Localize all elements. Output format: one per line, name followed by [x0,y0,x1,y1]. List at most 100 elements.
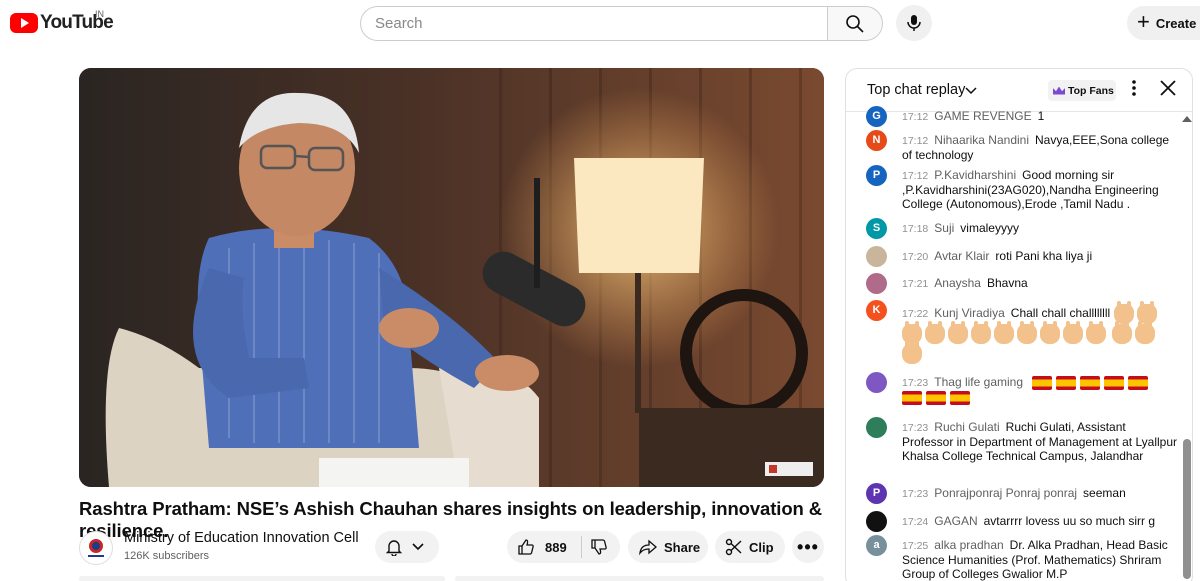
avatar[interactable]: a [866,535,887,556]
chat-message: 17:21 Anaysha Bhavna [866,273,1178,294]
chat-mode-selector[interactable]: Top chat replay [867,82,965,98]
message-author[interactable]: Kunj Viradiya [934,306,1005,320]
chat-message: 17:20 Avtar Klair roti Pani kha liya ji [866,246,1178,267]
chat-message: 17:23 Ruchi Gulati Ruchi Gulati, Assistant… [866,417,1178,463]
chat-message: S 17:18 Suji vimaleyyyy [866,218,1178,239]
voice-search-button[interactable] [896,5,932,41]
spain-flag-emoji-icon [1032,376,1053,390]
message-author[interactable]: alka pradhan [934,538,1003,552]
avatar[interactable]: G [866,106,887,127]
channel-name[interactable]: Ministry of Education Innovation Cell [124,530,359,546]
avatar[interactable] [866,372,887,393]
message-text: 1 [1037,109,1045,123]
hand-sign-emoji-icon [1063,321,1083,344]
share-label: Share [664,539,701,555]
chat-scrollbar-thumb[interactable] [1183,439,1191,579]
bell-icon [385,540,403,556]
hand-sign-emoji-icon [1112,321,1133,344]
create-label: Create [1155,15,1197,31]
more-actions-button[interactable]: ••• [792,531,824,563]
message-time: 17:21 [902,278,929,290]
share-button[interactable]: Share [628,531,708,563]
hand-sign-emoji-icon [1040,321,1060,344]
message-time: 17:23 [902,377,929,390]
close-icon [1160,80,1176,96]
message-text: roti Pani kha liya ji [995,249,1093,263]
search-input[interactable]: Search [360,6,828,41]
chat-more-options-button[interactable] [1128,79,1140,101]
notification-bell-button[interactable] [375,531,439,563]
channel-avatar[interactable] [79,531,113,565]
message-time: 17:23 [902,422,929,434]
hand-sign-emoji-icon [948,321,968,344]
avatar[interactable]: P [866,165,887,186]
chat-message: P 17:23 Ponrajponraj Ponraj ponraj seeman [866,483,1178,504]
message-author[interactable]: Anaysha [934,276,981,290]
spain-flag-emoji-icon [926,390,946,405]
avatar[interactable] [866,273,887,294]
message-time: 17:23 [902,488,929,500]
message-author[interactable]: Avtar Klair [934,249,989,263]
chat-message: N 17:12 Nihaarika Nandini Navya,EEE,Sona c… [866,130,1178,163]
chat-message: a 17:25 alka pradhan Dr. Alka Pradhan, Hea… [866,535,1178,581]
spain-flag-emoji-icon [1104,376,1125,390]
live-chat-panel: Top chat replay Top Fans G 17:12 GAME REV… [845,68,1193,581]
avatar[interactable]: K [866,300,887,321]
create-button[interactable]: + Create [1127,6,1200,40]
video-frame [79,68,824,487]
message-author[interactable]: Ponrajponraj Ponraj ponraj [934,486,1077,500]
hand-sign-emoji-icon [1135,321,1156,344]
share-icon [639,539,657,556]
thumbs-up-icon[interactable] [517,538,535,556]
like-count[interactable]: 889 [545,540,567,555]
message-author[interactable]: GAME REVENGE [934,109,1031,123]
avatar[interactable]: S [866,218,887,239]
message-author[interactable]: P.Kavidharshini [934,168,1016,182]
chat-message: 17:23 Thag life gaming [866,372,1178,405]
search-button[interactable] [827,6,883,41]
chat-message: P 17:12 P.Kavidharshini Good morning sir ,… [866,165,1178,211]
clip-button[interactable]: Clip [715,531,785,563]
message-author[interactable]: GAGAN [934,514,977,528]
top-fans-button[interactable]: Top Fans [1048,80,1116,101]
like-dislike-group: 889 [507,531,620,563]
message-time: 17:22 [902,308,929,321]
country-code: IN [95,9,104,19]
message-author[interactable]: Ruchi Gulati [934,420,999,434]
top-bar: YouTube IN Search + Create [0,0,1200,46]
close-chat-button[interactable] [1159,78,1177,102]
crown-icon [1053,86,1065,95]
spain-flag-emoji-icon [950,390,970,405]
message-text: seeman [1083,486,1126,500]
hand-sign-emoji-icon [925,321,945,344]
scroll-up-arrow-icon[interactable] [1182,116,1192,122]
subscriber-count: 126K subscribers [124,550,209,562]
play-logo-icon [10,13,38,33]
message-text: Bhavna [986,276,1028,290]
chat-message: 17:24 GAGAN avtarrrr lovess uu so much sir… [866,511,1178,532]
message-author[interactable]: Suji [934,221,954,235]
chevron-down-icon[interactable] [965,86,977,96]
avatar[interactable] [866,417,887,438]
message-author[interactable]: Nihaarika Nandini [934,133,1029,147]
search-icon [846,14,864,33]
avatar[interactable]: P [866,483,887,504]
plus-icon: + [1137,9,1150,34]
hand-sign-emoji-icon [1086,321,1106,344]
thumbs-down-icon[interactable] [590,538,608,556]
message-text: vimaleyyyy [960,221,1019,235]
vertical-dots-icon [1132,80,1136,96]
video-player[interactable] [79,68,824,487]
hand-sign-emoji-icon [902,341,922,364]
avatar[interactable]: N [866,130,887,151]
search-placeholder: Search [375,15,423,32]
avatar[interactable] [866,511,887,532]
spain-flag-emoji-icon [1128,376,1149,390]
avatar[interactable] [866,246,887,267]
message-time: 17:18 [902,223,929,235]
message-text: avtarrrr lovess uu so much sirr g [983,514,1156,528]
message-time: 17:12 [902,135,929,147]
message-author[interactable]: Thag life gaming [934,375,1023,389]
hand-sign-emoji-icon [971,321,991,344]
clip-label: Clip [749,539,774,555]
